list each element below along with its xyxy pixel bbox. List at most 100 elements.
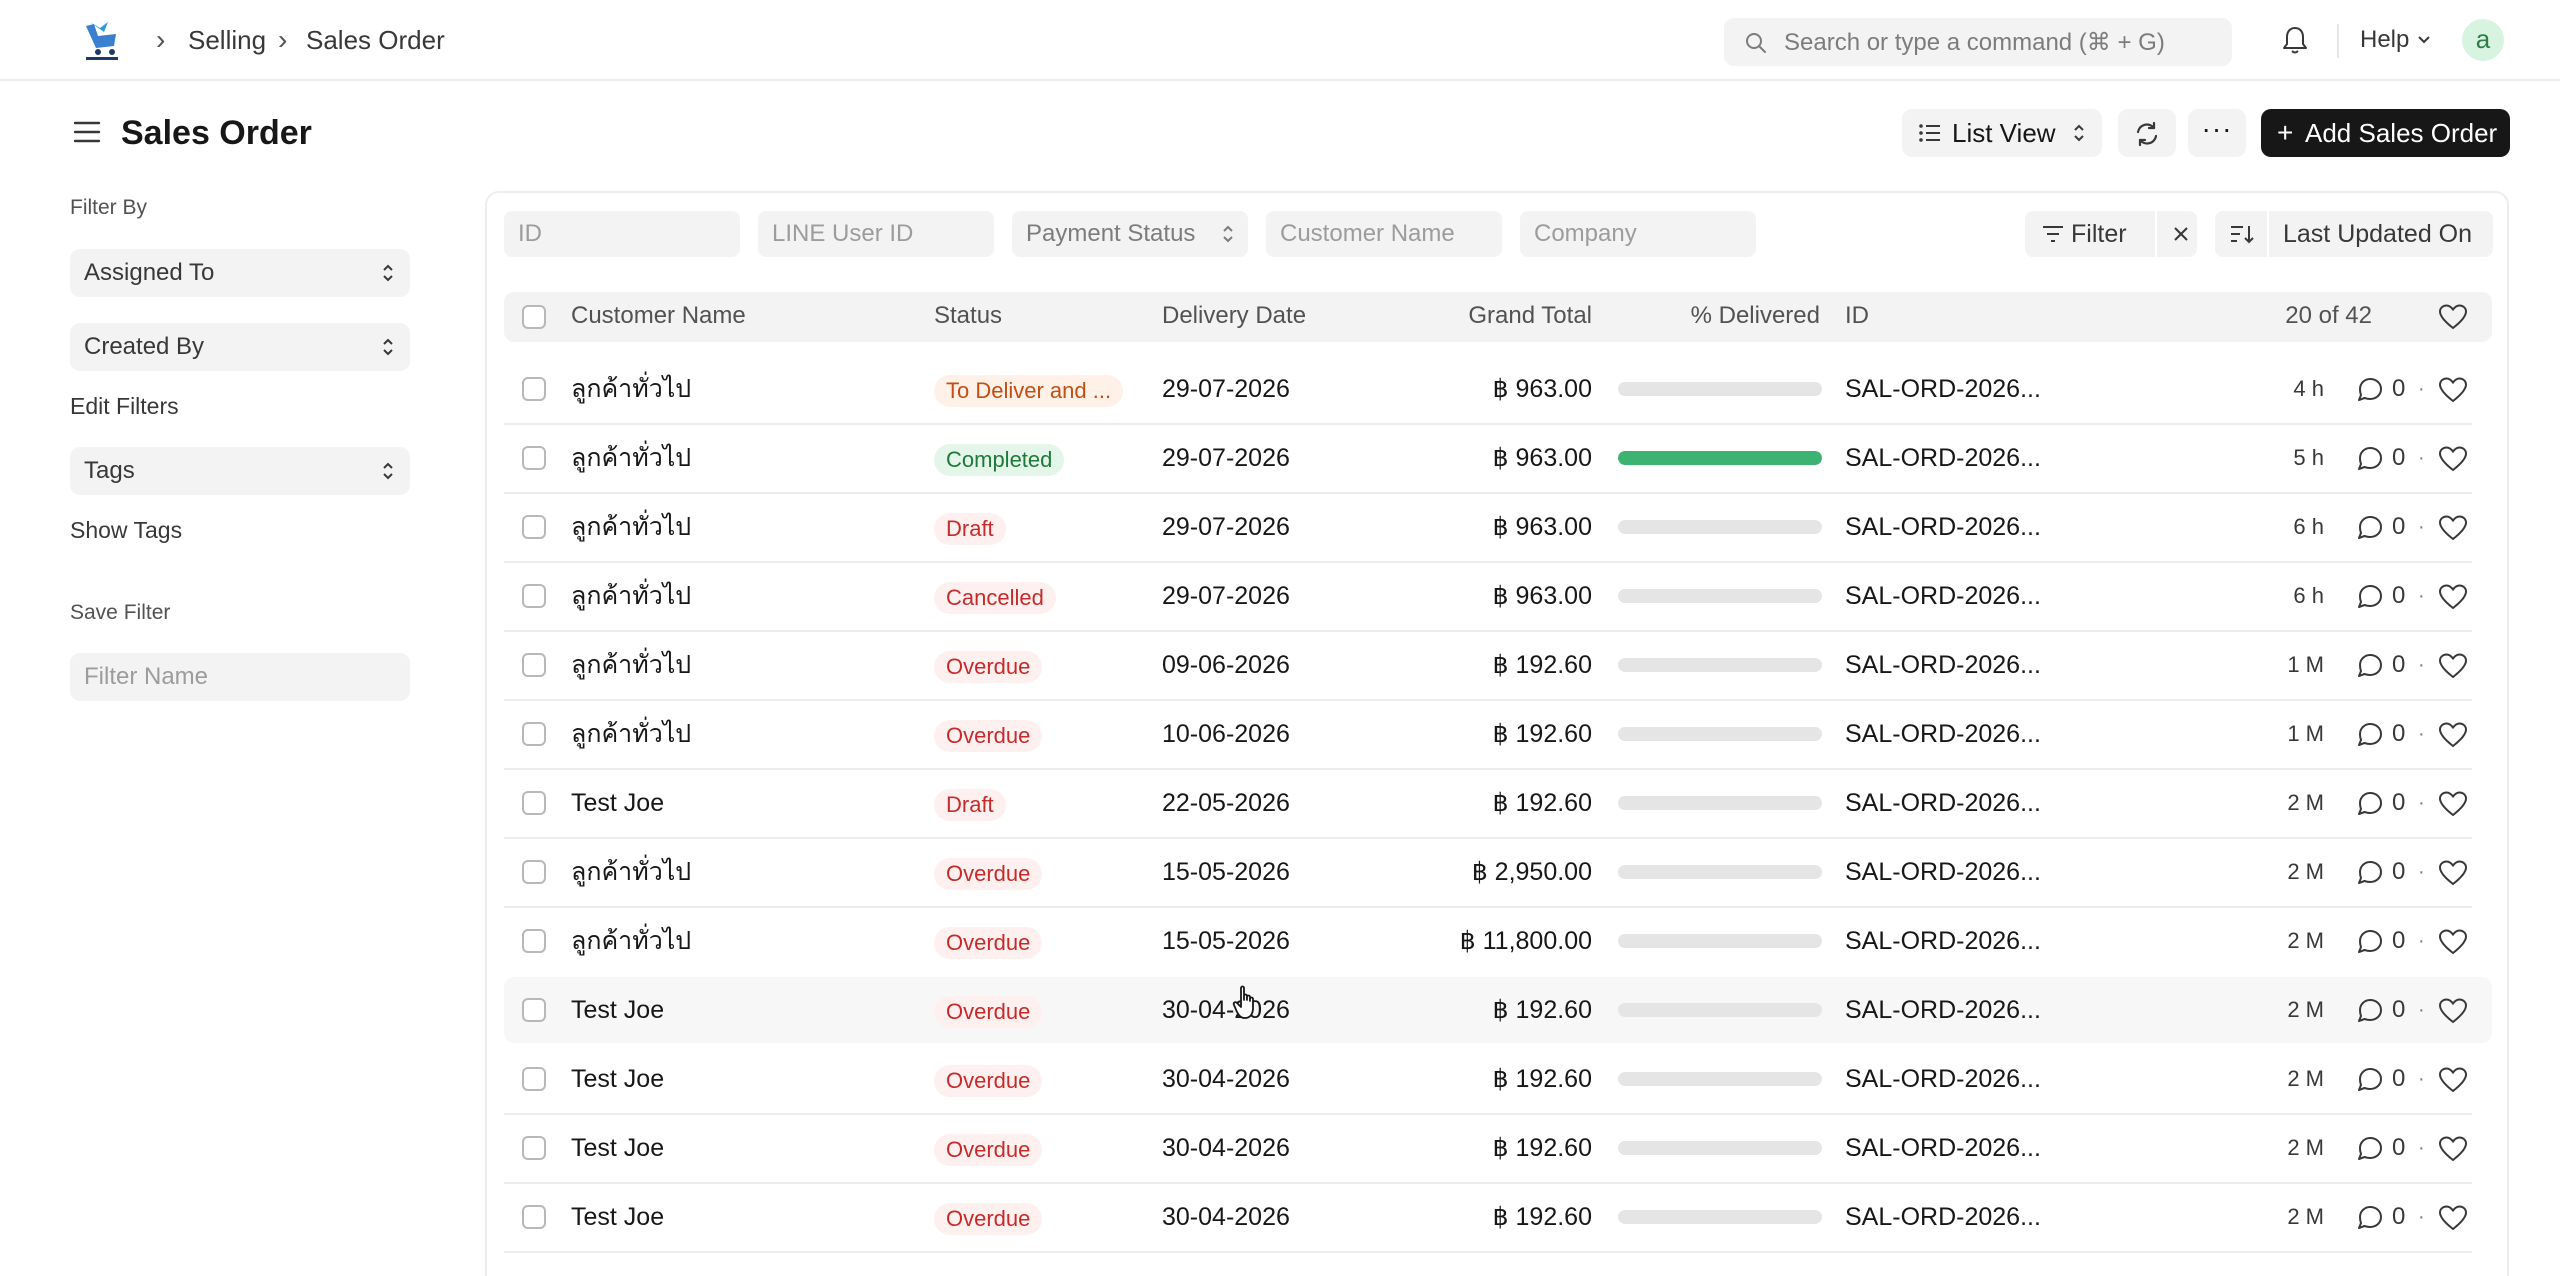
bell-icon[interactable]: [2280, 24, 2310, 56]
add-sales-order-button[interactable]: + Add Sales Order: [2261, 109, 2510, 157]
separator-dot: ·: [2418, 378, 2425, 400]
row-checkbox[interactable]: [522, 929, 546, 953]
row-checkbox[interactable]: [522, 1136, 546, 1160]
heart-icon[interactable]: [2438, 1204, 2468, 1232]
heart-icon[interactable]: [2438, 303, 2468, 331]
column-header-status[interactable]: Status: [934, 302, 1002, 330]
heart-icon[interactable]: [2438, 652, 2468, 680]
row-checkbox[interactable]: [522, 515, 546, 539]
row-checkbox[interactable]: [522, 1205, 546, 1229]
filter-button[interactable]: Filter: [2025, 211, 2197, 257]
tags-select[interactable]: Tags: [70, 447, 410, 495]
heart-icon[interactable]: [2438, 445, 2468, 473]
id-filter-input[interactable]: ID: [504, 211, 740, 257]
row-checkbox[interactable]: [522, 377, 546, 401]
customer-name-cell[interactable]: Test Joe: [571, 1133, 664, 1163]
payment-status-select[interactable]: Payment Status: [1012, 211, 1248, 257]
customer-name-cell[interactable]: ลูกค้าทั่วไป: [571, 857, 691, 887]
row-checkbox[interactable]: [522, 791, 546, 815]
customer-name-cell[interactable]: Test Joe: [571, 1064, 664, 1094]
column-header-grand-total[interactable]: Grand Total: [1392, 302, 1592, 330]
heart-icon[interactable]: [2438, 997, 2468, 1025]
list-view-selector[interactable]: List View: [1902, 109, 2102, 157]
row-checkbox[interactable]: [522, 584, 546, 608]
select-all-checkbox[interactable]: [522, 305, 546, 329]
sort-selector[interactable]: Last Updated On: [2215, 211, 2493, 257]
heart-icon[interactable]: [2438, 928, 2468, 956]
status-badge: Overdue: [934, 1065, 1043, 1097]
heart-icon[interactable]: [2438, 376, 2468, 404]
heart-icon[interactable]: [2438, 859, 2468, 887]
assigned-to-select[interactable]: Assigned To: [70, 249, 410, 297]
chevron-down-icon[interactable]: [2416, 34, 2432, 46]
breadcrumb-selling[interactable]: Selling: [188, 25, 266, 55]
sidebar-toggle-icon[interactable]: [72, 118, 102, 146]
refresh-button[interactable]: [2118, 109, 2176, 157]
grand-total-cell: ฿ 963.00: [1492, 375, 1592, 403]
comment-icon[interactable]: [2356, 1135, 2384, 1161]
column-header-id[interactable]: ID: [1845, 302, 1869, 330]
sort-order-icon[interactable]: [2229, 222, 2255, 246]
comment-icon[interactable]: [2356, 1066, 2384, 1092]
comment-icon[interactable]: [2356, 997, 2384, 1023]
heart-icon[interactable]: [2438, 1135, 2468, 1163]
company-filter-input[interactable]: Company: [1520, 211, 1756, 257]
comment-icon[interactable]: [2356, 376, 2384, 402]
row-checkbox[interactable]: [522, 653, 546, 677]
grand-total-cell: ฿ 963.00: [1492, 513, 1592, 541]
comment-icon[interactable]: [2356, 445, 2384, 471]
app-logo[interactable]: [80, 18, 124, 62]
heart-icon[interactable]: [2438, 790, 2468, 818]
list-view-label: List View: [1952, 118, 2056, 148]
customer-name-cell[interactable]: ลูกค้าทั่วไป: [571, 581, 691, 611]
heart-icon[interactable]: [2438, 583, 2468, 611]
comment-icon[interactable]: [2356, 1204, 2384, 1230]
heart-icon[interactable]: [2438, 721, 2468, 749]
line-user-id-filter-input[interactable]: LINE User ID: [758, 211, 994, 257]
customer-name-cell[interactable]: Test Joe: [571, 1202, 664, 1232]
row-checkbox[interactable]: [522, 860, 546, 884]
heart-icon[interactable]: [2438, 1066, 2468, 1094]
customer-name-cell[interactable]: ลูกค้าทั่วไป: [571, 512, 691, 542]
assigned-to-label: Assigned To: [84, 259, 215, 286]
row-checkbox[interactable]: [522, 1067, 546, 1091]
heart-icon[interactable]: [2438, 514, 2468, 542]
comment-icon[interactable]: [2356, 514, 2384, 540]
id-cell: SAL-ORD-2026...: [1845, 996, 2041, 1024]
column-header-delivery-date[interactable]: Delivery Date: [1162, 302, 1306, 330]
grand-total-cell: ฿ 192.60: [1492, 1203, 1592, 1231]
customer-name-cell[interactable]: ลูกค้าทั่วไป: [571, 650, 691, 680]
comment-icon[interactable]: [2356, 928, 2384, 954]
comment-icon[interactable]: [2356, 721, 2384, 747]
plus-icon: +: [2277, 117, 2294, 148]
customer-name-cell[interactable]: Test Joe: [571, 995, 664, 1025]
customer-name-filter-input[interactable]: Customer Name: [1266, 211, 1502, 257]
id-cell: SAL-ORD-2026...: [1845, 513, 2041, 541]
clear-filter-icon[interactable]: [2171, 224, 2191, 244]
search-input[interactable]: Search or type a command (⌘ + G): [1724, 18, 2232, 66]
show-tags-link[interactable]: Show Tags: [70, 516, 182, 544]
breadcrumb-sales-order[interactable]: Sales Order: [306, 25, 445, 55]
comment-icon[interactable]: [2356, 652, 2384, 678]
customer-name-cell[interactable]: ลูกค้าทั่วไป: [571, 926, 691, 956]
row-checkbox[interactable]: [522, 446, 546, 470]
customer-name-cell[interactable]: ลูกค้าทั่วไป: [571, 443, 691, 473]
delivered-progress-bar: [1618, 520, 1822, 534]
customer-name-cell[interactable]: Test Joe: [571, 788, 664, 818]
comment-icon[interactable]: [2356, 790, 2384, 816]
filter-name-input[interactable]: Filter Name: [70, 653, 410, 701]
edit-filters-link[interactable]: Edit Filters: [70, 392, 179, 420]
column-header-customer-name[interactable]: Customer Name: [571, 302, 746, 330]
help-menu[interactable]: Help: [2360, 25, 2409, 55]
customer-name-cell[interactable]: ลูกค้าทั่วไป: [571, 719, 691, 749]
customer-name-cell[interactable]: ลูกค้าทั่วไป: [571, 374, 691, 404]
column-header-percent-delivered[interactable]: % Delivered: [1620, 302, 1820, 330]
delivered-progress-bar: [1618, 589, 1822, 603]
avatar[interactable]: a: [2462, 19, 2504, 61]
more-actions-button[interactable]: ···: [2188, 109, 2246, 157]
row-checkbox[interactable]: [522, 722, 546, 746]
row-checkbox[interactable]: [522, 998, 546, 1022]
comment-icon[interactable]: [2356, 859, 2384, 885]
created-by-select[interactable]: Created By: [70, 323, 410, 371]
comment-icon[interactable]: [2356, 583, 2384, 609]
